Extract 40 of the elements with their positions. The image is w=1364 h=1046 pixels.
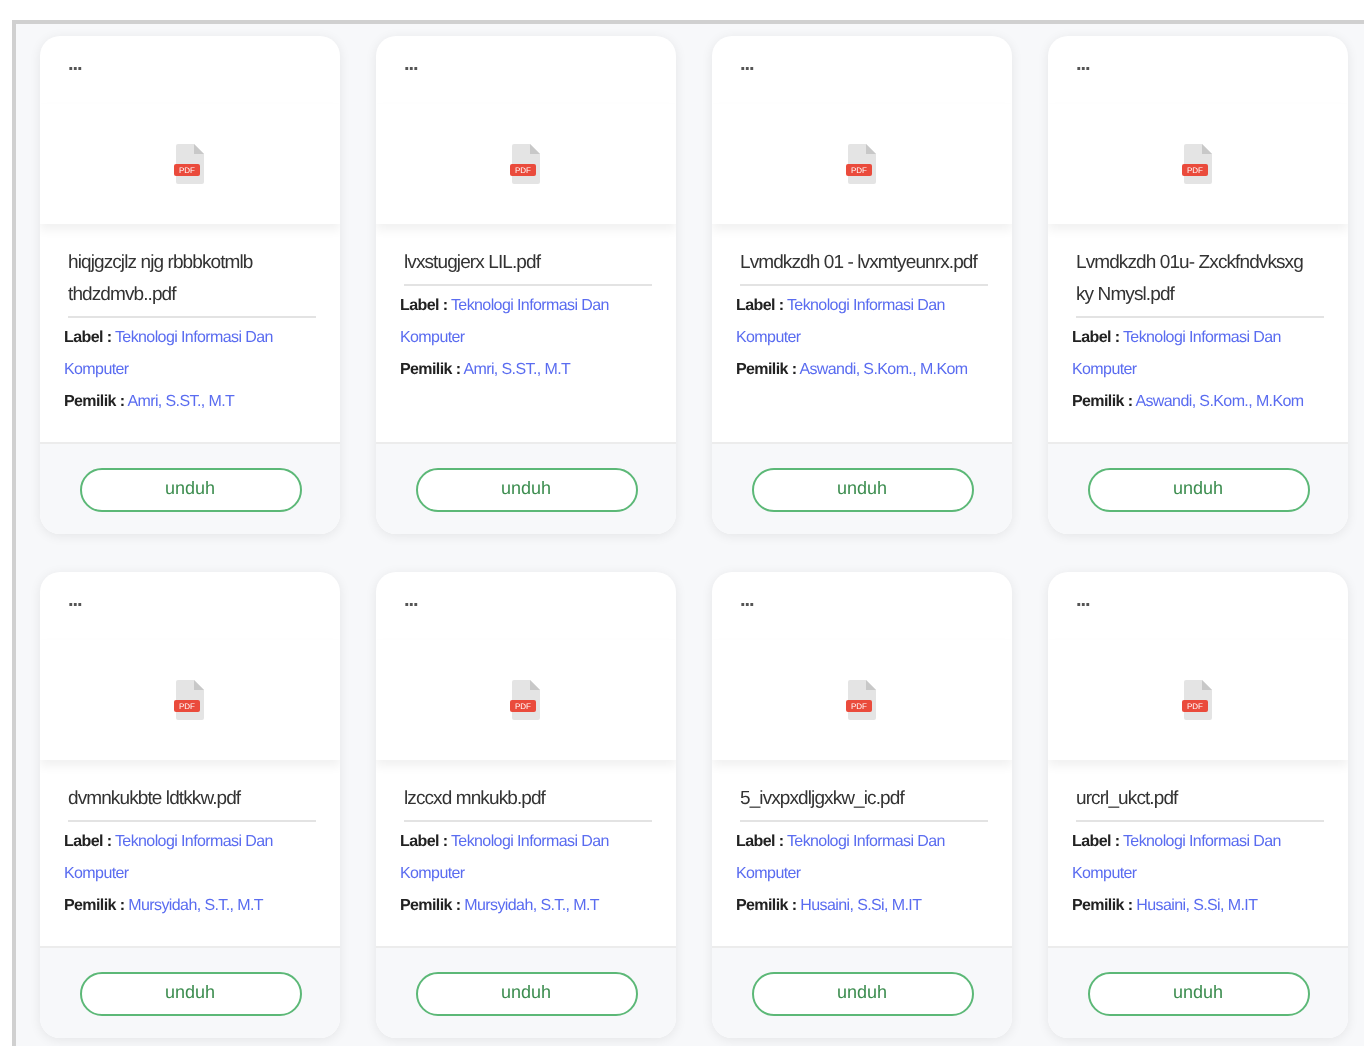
file-name: 5_ivxpxdljgxkw_ic.pdf: [740, 784, 988, 822]
label-text: Label : Teknologi Informasi Dan Komputer: [400, 830, 611, 886]
file-name: urcrl_ukct.pdf: [1076, 784, 1324, 822]
file-name: lvxstugjerx LIL.pdf: [404, 248, 652, 286]
label-text: Label : Teknologi Informasi Dan Komputer: [64, 830, 275, 886]
owner-text: Pemilik : Husaini, S.Si, M.IT: [736, 894, 924, 918]
owner-text: Pemilik : Aswandi, S.Kom., M.Kom: [736, 358, 970, 382]
label-text: Label : Teknologi Informasi Dan Komputer: [400, 294, 611, 350]
label-text: Label : Teknologi Informasi Dan Komputer: [736, 294, 947, 350]
download-button[interactable]: unduh: [1087, 467, 1309, 511]
more-menu[interactable]: ...: [1076, 54, 1090, 76]
download-button[interactable]: unduh: [79, 467, 301, 511]
download-button[interactable]: unduh: [751, 971, 973, 1015]
owner-text: Pemilik : Husaini, S.Si, M.IT: [1072, 894, 1260, 918]
more-menu[interactable]: ...: [68, 54, 82, 76]
label-text: Label : Teknologi Informasi Dan Komputer: [736, 830, 947, 886]
label-text: Label : Teknologi Informasi Dan Komputer: [1072, 830, 1283, 886]
more-menu[interactable]: ...: [740, 590, 754, 612]
owner-text: Pemilik : Mursyidah, S.T., M.T: [400, 894, 602, 918]
download-button[interactable]: unduh: [79, 971, 301, 1015]
file-name: hiqjgzcjlz njg rbbbkotmlb thdzdmvb..pdf: [68, 248, 316, 318]
more-menu[interactable]: ...: [68, 590, 82, 612]
file-name: Lvmdkzdh 01u- Zxckfndvksxg ky Nmysl.pdf: [1076, 248, 1324, 318]
more-menu[interactable]: ...: [404, 54, 418, 76]
file-name: Lvmdkzdh 01 - lvxmtyeunrx.pdf: [740, 248, 988, 286]
download-button[interactable]: unduh: [1087, 971, 1309, 1015]
owner-text: Pemilik : Aswandi, S.Kom., M.Kom: [1072, 390, 1306, 414]
label-text: Label : Teknologi Informasi Dan Komputer: [1072, 326, 1283, 382]
file-name: dvmnkukbte ldtkkw.pdf: [68, 784, 316, 822]
owner-text: Pemilik : Amri, S.ST., M.T: [400, 358, 573, 382]
more-menu[interactable]: ...: [740, 54, 754, 76]
label-text: Label : Teknologi Informasi Dan Komputer: [64, 326, 275, 382]
download-button[interactable]: unduh: [415, 971, 637, 1015]
download-button[interactable]: unduh: [415, 467, 637, 511]
more-menu[interactable]: ...: [404, 590, 418, 612]
owner-text: Pemilik : Amri, S.ST., M.T: [64, 390, 237, 414]
file-name: lzccxd mnkukb.pdf: [404, 784, 652, 822]
more-menu[interactable]: ...: [1076, 590, 1090, 612]
download-button[interactable]: unduh: [751, 467, 973, 511]
owner-text: Pemilik : Mursyidah, S.T., M.T: [64, 894, 266, 918]
